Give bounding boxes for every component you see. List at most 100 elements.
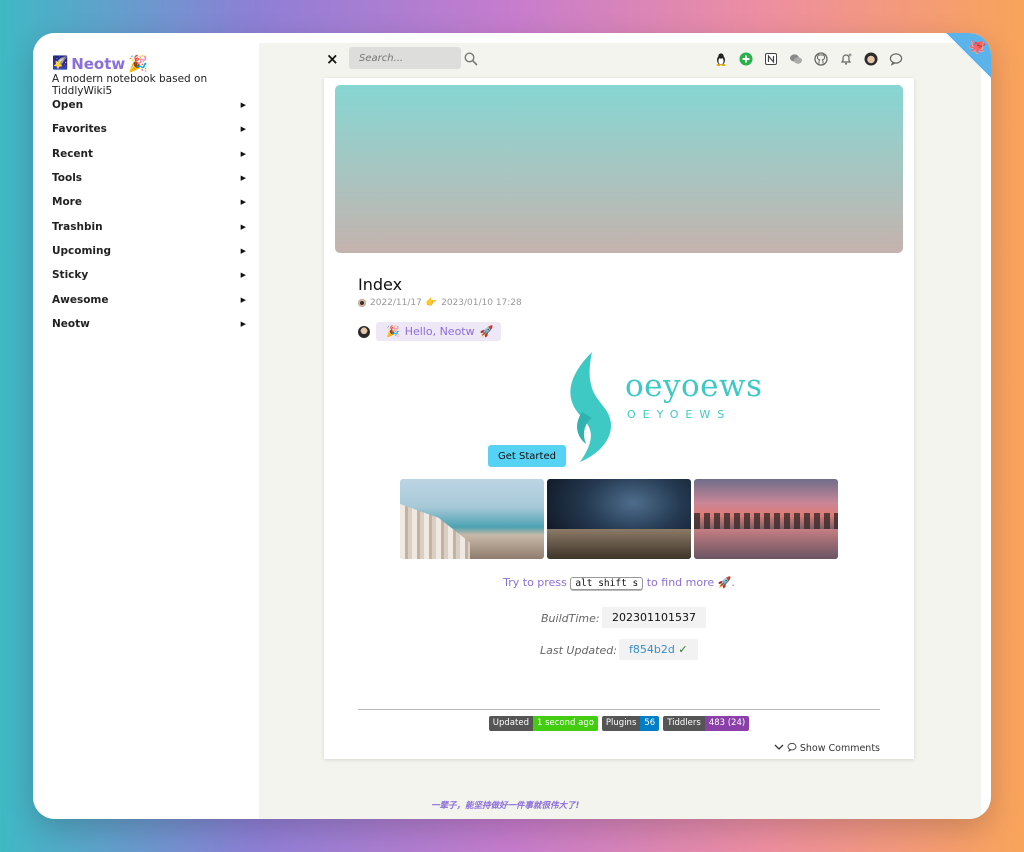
wechat-icon[interactable] [788,51,804,67]
photo-sunset-lake[interactable] [694,479,838,559]
last-updated-label: Last Updated: [540,644,617,657]
badge-value: 1 second ago [532,716,598,731]
badge-tiddlers[interactable]: Tiddlers 483 (24) [663,716,750,731]
commit-hash: f854b2d [629,643,675,656]
sidebar: 🌠 Neotw 🎉 A modern notebook based on Tid… [33,33,259,819]
search-icon[interactable] [464,51,478,70]
caret-right-icon: ▶ [240,246,246,255]
hello-chip: 🎉 Hello, Neotw 🚀 [376,322,502,341]
pointing-hand-icon: 👉 [425,298,438,308]
tiddler-meta: 2022/11/17 👉 2023/01/10 17:28 [358,298,522,308]
caret-right-icon: ▶ [240,101,246,110]
avatar [358,325,370,338]
badge-plugins[interactable]: Plugins 56 [601,716,660,731]
sidebar-item-tools[interactable]: Tools ▶ [52,166,248,190]
hint-suffix: to find more [646,576,715,589]
comment-icon [787,742,797,755]
status-badges: Updated 1 second ago Plugins 56 Tiddlers… [324,716,914,731]
github-octocat-icon: 🐙 [968,39,986,55]
caret-right-icon: ▶ [240,125,246,134]
sidebar-item-label: Awesome [52,293,109,306]
photo-coast[interactable] [400,479,544,559]
last-updated-value[interactable]: f854b2d ✓ [619,639,698,660]
sidebar-item-label: Sticky [52,269,89,282]
app-window: 🌠 Neotw 🎉 A modern notebook based on Tid… [33,33,991,819]
github-corner[interactable]: 🐙 [946,33,991,78]
rocket-icon: 🚀 [479,325,494,338]
author-avatar-icon [358,299,366,307]
add-icon[interactable] [738,51,754,67]
caret-right-icon: ▶ [240,222,246,231]
logo-subtext: OEYOEWS [627,408,732,421]
chevron-down-icon [774,743,784,754]
rocket-icon: 🚀 [717,576,732,589]
sidebar-item-trashbin[interactable]: Trashbin ▶ [52,214,248,238]
sidebar-item-label: Recent [52,147,94,160]
sidebar-item-label: More [52,196,82,209]
story-river: × Search... Index 2022/11/17 👉 2023/01/1… [259,43,981,819]
caret-right-icon: ▶ [240,319,246,328]
photo-night-sky[interactable] [547,479,691,559]
party-icon: 🎉 [128,54,149,73]
caret-right-icon: ▶ [240,295,246,304]
caret-right-icon: ▶ [240,174,246,183]
sidebar-item-more[interactable]: More ▶ [52,190,248,214]
sidebar-item-favorites[interactable]: Favorites ▶ [52,117,248,141]
badge-value: 483 (24) [704,716,750,731]
photo-gallery [400,479,838,559]
badge-key: Updated [488,716,533,731]
avatar-icon[interactable] [863,51,879,67]
show-comments-label: Show Comments [799,743,880,754]
sidebar-item-upcoming[interactable]: Upcoming ▶ [52,239,248,263]
sidebar-item-recent[interactable]: Recent ▶ [52,142,248,166]
caret-right-icon: ▶ [240,198,246,207]
show-comments-button[interactable]: Show Comments [774,742,880,755]
caret-right-icon: ▶ [240,271,246,280]
sidebar-item-label: Upcoming [52,244,112,257]
party-icon: 🎉 [386,325,400,338]
get-started-button[interactable]: Get Started [488,445,566,467]
footer-quote: 一辈子，能坚持做好一件事就很伟大了! [431,801,580,811]
sidebar-item-label: Tools [52,172,83,185]
sidebar-item-label: Favorites [52,123,107,136]
brand[interactable]: 🌠 Neotw 🎉 [52,54,148,73]
created-date: 2022/11/17 [370,298,422,308]
sidebar-item-label: Trashbin [52,220,103,233]
modified-date: 2023/01/10 17:28 [441,298,522,308]
build-time-label: BuildTime: [541,612,600,625]
sidebar-item-label: Neotw [52,317,90,330]
caret-right-icon: ▶ [240,149,246,158]
brand-name: Neotw [71,54,126,73]
badge-key: Plugins [601,716,641,731]
logo-text: oeyoews [625,368,763,404]
notification-icon[interactable] [838,51,854,67]
shortcut-hint: Try to press alt shift s to find more 🚀. [503,576,735,590]
tiddler-title: Index [358,275,403,294]
hello-row: 🎉 Hello, Neotw 🚀 [358,322,502,341]
sparkle-icon: 🌠 [52,56,69,71]
divider [358,709,880,710]
linux-icon[interactable] [713,51,729,67]
badge-updated[interactable]: Updated 1 second ago [488,716,598,731]
notion-icon[interactable] [763,51,779,67]
chat-icon[interactable] [888,51,904,67]
sidebar-item-label: Open [52,99,84,112]
sidebar-item-neotw[interactable]: Neotw ▶ [52,312,248,336]
hint-prefix: Try to press [503,576,567,589]
badge-key: Tiddlers [663,716,705,731]
logo-flame-icon [570,352,611,462]
close-icon[interactable]: × [326,50,339,68]
sidebar-item-sticky[interactable]: Sticky ▶ [52,263,248,287]
sidebar-item-open[interactable]: Open ▶ [52,93,248,117]
hello-text: Hello, Neotw [404,325,475,338]
sidebar-item-awesome[interactable]: Awesome ▶ [52,287,248,311]
github-icon[interactable] [813,51,829,67]
banner-image [335,85,903,253]
sidebar-menu: Open ▶ Favorites ▶ Recent ▶ Tools ▶ More ▶ Tr… [52,93,248,336]
keyboard-shortcut: alt shift s [570,577,644,590]
top-toolbar [713,51,904,67]
search-input[interactable] [349,47,461,69]
check-icon: ✓ [678,643,688,656]
tiddler-card: Index 2022/11/17 👉 2023/01/10 17:28 🎉 He… [324,78,914,759]
build-time-value: 202301101537 [602,607,706,628]
